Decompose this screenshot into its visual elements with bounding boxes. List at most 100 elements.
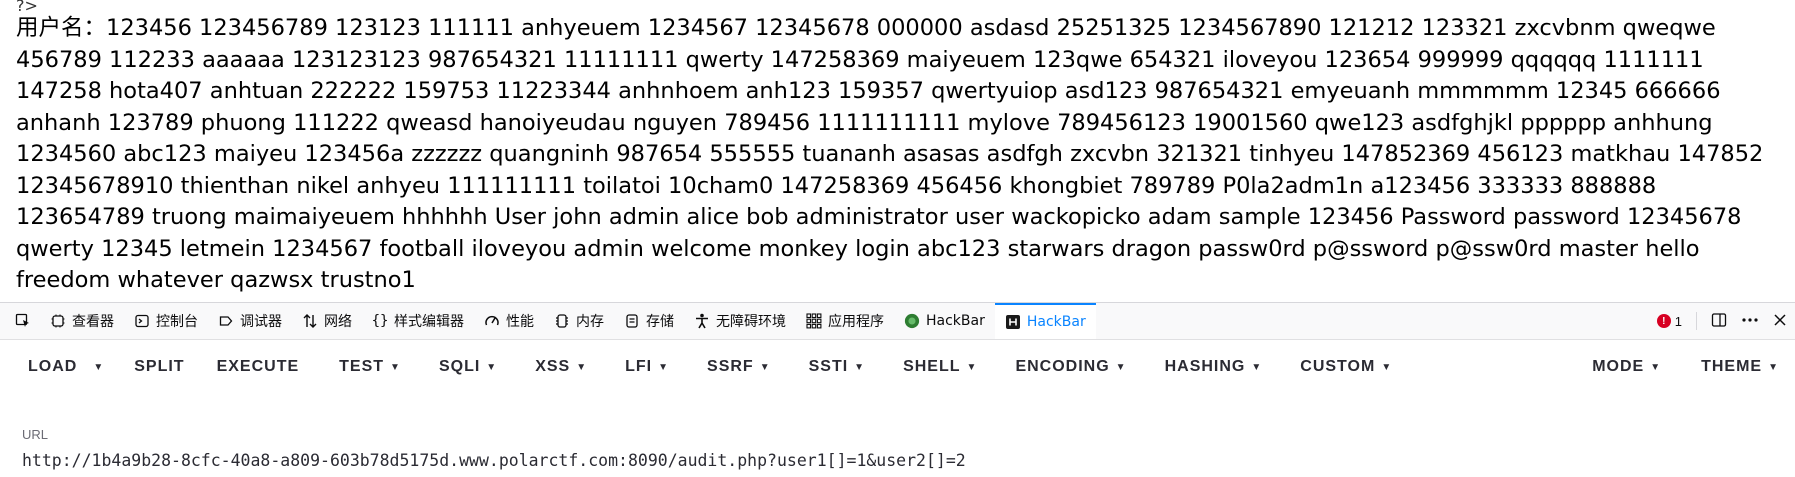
menu-label: SSRF <box>707 358 754 375</box>
url-field[interactable]: URL http://1b4a9b28-8cfc-40a8-a809-603b7… <box>22 427 1782 470</box>
tab-label: 无障碍环境 <box>716 314 786 330</box>
hackbar-load-button[interactable]: LOAD <box>0 340 77 394</box>
devtools-toolbar: 查看器 控制台 调试器 网络 {} 样式编辑器 性能 内存 存储 无障碍环境 应… <box>0 303 1795 340</box>
menu-label: SPLIT <box>134 358 185 375</box>
menu-label: LFI <box>625 358 653 375</box>
accessibility-icon <box>694 313 710 329</box>
tab-hackbar-2[interactable]: HackBar <box>994 303 1096 339</box>
hackbar-black-icon <box>1005 314 1021 330</box>
caret-down-icon: ▼ <box>576 361 588 373</box>
style-editor-icon: {} <box>371 313 389 329</box>
caret-down-icon: ▼ <box>93 361 105 373</box>
tab-label: 样式编辑器 <box>394 314 464 330</box>
caret-down-icon: ▼ <box>854 361 866 373</box>
tab-accessibility[interactable]: 无障碍环境 <box>684 303 796 339</box>
hackbar-hashing-menu[interactable]: HASHING ▼ <box>1141 340 1277 394</box>
menu-label: TEST <box>339 358 385 375</box>
tab-label: 网络 <box>324 314 352 330</box>
toolbar-right-controls: ! 1 <box>1656 303 1787 339</box>
inspector-icon <box>50 313 66 329</box>
tab-console[interactable]: 控制台 <box>124 303 208 339</box>
menu-label: CUSTOM <box>1300 358 1376 375</box>
caret-down-icon: ▼ <box>1251 361 1263 373</box>
menu-label: ENCODING <box>1015 358 1110 375</box>
menu-label: HASHING <box>1164 358 1246 375</box>
caret-down-icon: ▼ <box>1650 361 1662 373</box>
dock-toggle-button[interactable] <box>1711 312 1727 331</box>
tab-debugger[interactable]: 调试器 <box>208 303 292 339</box>
hackbar-sqli-menu[interactable]: SQLI ▼ <box>415 340 511 394</box>
caret-down-icon: ▼ <box>486 361 498 373</box>
hackbar-test-menu[interactable]: TEST ▼ <box>313 340 415 394</box>
tab-label: 调试器 <box>240 314 282 330</box>
url-label: URL <box>22 427 49 442</box>
menu-label: THEME <box>1701 358 1763 375</box>
tab-hackbar-1[interactable]: HackBar <box>894 303 995 339</box>
element-picker-icon <box>15 313 31 329</box>
more-options-button[interactable] <box>1741 312 1759 331</box>
debugger-icon <box>218 313 234 329</box>
menu-label: LOAD <box>28 358 78 375</box>
partial-top-text: ?> <box>16 0 38 11</box>
page-body: ?> 用户名：123456 123456789 123123 111111 an… <box>16 0 1786 300</box>
url-input[interactable]: http://1b4a9b28-8cfc-40a8-a809-603b78d51… <box>22 451 1782 470</box>
caret-down-icon: ▼ <box>390 361 401 373</box>
tab-label: 查看器 <box>72 314 114 330</box>
tab-application[interactable]: 应用程序 <box>796 303 894 339</box>
error-count-badge[interactable]: ! 1 <box>1656 313 1682 329</box>
devtools-panel: 查看器 控制台 调试器 网络 {} 样式编辑器 性能 内存 存储 无障碍环境 应… <box>0 302 1795 477</box>
tab-label: 性能 <box>506 314 534 330</box>
hackbar-mode-menu[interactable]: MODE ▼ <box>1578 340 1687 394</box>
menu-label: SHELL <box>903 358 961 375</box>
tab-memory[interactable]: 内存 <box>544 303 614 339</box>
tab-performance[interactable]: 性能 <box>474 303 544 339</box>
error-icon: ! <box>1656 314 1671 328</box>
tab-label: HackBar <box>926 313 985 329</box>
tab-label: 存储 <box>646 314 674 330</box>
hackbar-ssrf-menu[interactable]: SSRF ▼ <box>683 340 785 394</box>
dock-icon <box>1711 312 1727 327</box>
hackbar-split-button[interactable]: SPLIT <box>120 340 198 394</box>
divider <box>1696 312 1697 330</box>
hackbar-shell-menu[interactable]: SHELL ▼ <box>879 340 991 394</box>
hackbar-theme-menu[interactable]: THEME ▼ <box>1687 340 1795 394</box>
caret-down-icon: ▼ <box>1768 361 1779 373</box>
application-icon <box>806 313 822 329</box>
caret-down-icon: ▼ <box>658 361 670 373</box>
menu-label: XSS <box>535 358 571 375</box>
menu-label: SSTI <box>808 358 849 375</box>
hackbar-menu: LOAD ▼ SPLIT EXECUTE TEST ▼ SQLI ▼ XSS ▼ LF… <box>0 340 1795 394</box>
hackbar-ssti-menu[interactable]: SSTI ▼ <box>785 340 879 394</box>
element-picker-button[interactable] <box>6 303 40 339</box>
hackbar-execute-button[interactable]: EXECUTE <box>199 340 314 394</box>
tab-network[interactable]: 网络 <box>292 303 362 339</box>
network-icon <box>302 313 318 329</box>
memory-icon <box>554 313 570 329</box>
tab-storage[interactable]: 存储 <box>614 303 684 339</box>
menu-label: SQLI <box>438 358 481 375</box>
hackbar-custom-menu[interactable]: CUSTOM ▼ <box>1276 340 1406 394</box>
hackbar-load-dropdown[interactable]: ▼ <box>77 340 120 394</box>
tab-label: 内存 <box>576 314 604 330</box>
tab-style-editor[interactable]: {} 样式编辑器 <box>362 303 474 339</box>
error-count: 1 <box>1674 313 1682 329</box>
menu-label: EXECUTE <box>216 358 300 375</box>
tab-label: 应用程序 <box>828 314 884 330</box>
hackbar-xss-menu[interactable]: XSS ▼ <box>511 340 601 394</box>
hackbar-lfi-menu[interactable]: LFI ▼ <box>601 340 683 394</box>
performance-icon <box>484 313 500 329</box>
ellipsis-icon <box>1742 317 1758 322</box>
caret-down-icon: ▼ <box>759 361 771 373</box>
storage-icon <box>624 313 640 329</box>
hackbar-right-menu: MODE ▼ THEME ▼ <box>1578 340 1795 394</box>
tab-inspector[interactable]: 查看器 <box>40 303 124 339</box>
tab-label: HackBar <box>1026 314 1086 330</box>
caret-down-icon: ▼ <box>1381 361 1393 373</box>
hackbar-encoding-menu[interactable]: ENCODING ▼ <box>991 340 1140 394</box>
username-list-text: 用户名：123456 123456789 123123 111111 anhye… <box>16 15 1764 293</box>
caret-down-icon: ▼ <box>1115 361 1127 373</box>
close-devtools-button[interactable] <box>1773 313 1787 330</box>
hackbar-green-icon <box>904 313 920 329</box>
close-icon <box>1774 313 1786 326</box>
tab-label: 控制台 <box>156 314 198 330</box>
